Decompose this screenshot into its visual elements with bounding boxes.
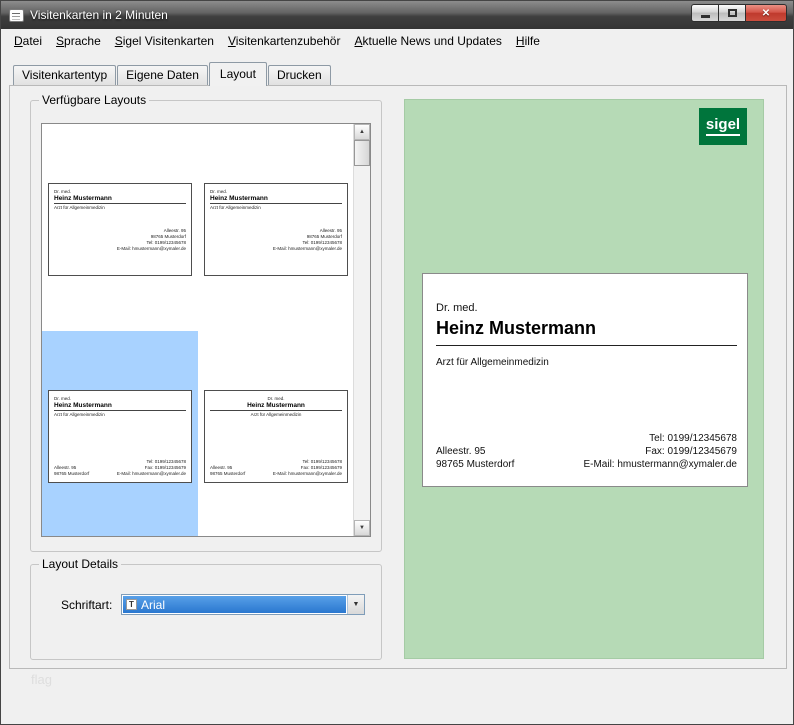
available-layouts-label: Verfügbare Layouts bbox=[39, 93, 149, 107]
maximize-button[interactable] bbox=[718, 4, 746, 22]
scroll-down-button[interactable]: ▼ bbox=[354, 520, 370, 536]
scrollbar-thumb[interactable] bbox=[354, 140, 370, 166]
font-label: Schriftart: bbox=[61, 598, 112, 612]
menu-visitenkartenzubehoer[interactable]: Visitenkartenzubehör bbox=[221, 31, 348, 51]
maximize-icon bbox=[728, 9, 737, 17]
thumb-card-title: Dr. med. bbox=[54, 396, 186, 401]
titlebar[interactable]: Visitenkarten in 2 Minuten ✕ bbox=[1, 1, 793, 29]
card-address-block: Alleestr. 95 98765 Musterdorf bbox=[436, 445, 514, 471]
thumb-address-block: Alleestr. 95 98765 Musterdorf bbox=[54, 465, 89, 477]
font-combobox-selection: T Arial bbox=[123, 596, 346, 613]
thumb-city: 98765 Musterdorf bbox=[54, 471, 89, 477]
menu-hilfe[interactable]: Hilfe bbox=[509, 31, 547, 51]
font-combobox[interactable]: T Arial ▼ bbox=[121, 594, 365, 615]
thumb-card-title: Dr. med. bbox=[54, 189, 186, 194]
card-city: 98765 Musterdorf bbox=[436, 458, 514, 471]
thumb-address-block: Alleestr. 95 98765 Musterdorf bbox=[210, 465, 245, 477]
thumb-email: E-Mail: hmustermann@xymaler.de bbox=[273, 471, 342, 477]
menu-news-updates[interactable]: Aktuelle News und Updates bbox=[347, 31, 508, 51]
card-subtitle: Arzt für Allgemeinmedizin bbox=[436, 357, 549, 368]
available-layouts-group: Verfügbare Layouts Dr. med. Heinz Muster… bbox=[30, 100, 382, 552]
thumb-card-name: Heinz Mustermann bbox=[54, 402, 186, 411]
card-street: Alleestr. 95 bbox=[436, 445, 514, 458]
layout-details-group: Layout Details Schriftart: T Arial ▼ bbox=[30, 564, 382, 660]
layout-thumb-1[interactable]: Dr. med. Heinz Mustermann Arzt für Allge… bbox=[48, 183, 192, 276]
layout-details-label: Layout Details bbox=[39, 557, 121, 571]
layout-cell-2[interactable]: Dr. med. Heinz Mustermann Arzt für Allge… bbox=[198, 124, 353, 331]
layout-cell-3-selected[interactable]: Dr. med. Heinz Mustermann Arzt für Allge… bbox=[42, 331, 198, 536]
font-combobox-value: Arial bbox=[141, 598, 165, 612]
card-name: Heinz Mustermann bbox=[436, 318, 737, 346]
tab-drucken[interactable]: Drucken bbox=[268, 65, 331, 85]
layout-thumb-3[interactable]: Dr. med. Heinz Mustermann Arzt für Allge… bbox=[48, 390, 192, 483]
thumb-card-name: Heinz Mustermann bbox=[54, 195, 186, 204]
menu-datei[interactable]: Datei bbox=[7, 31, 49, 51]
tab-strip: Visitenkartentyp Eigene Daten Layout Dru… bbox=[13, 62, 332, 85]
thumb-contact-block: Alleestr. 95 98765 Musterdorf Tel: 0199/… bbox=[273, 228, 342, 252]
thumb-header: Dr. med. Heinz Mustermann Arzt für Allge… bbox=[210, 396, 342, 417]
layout-cell-4[interactable]: Dr. med. Heinz Mustermann Arzt für Allge… bbox=[198, 331, 353, 536]
menu-sprache[interactable]: Sprache bbox=[49, 31, 108, 51]
thumb-city: 98765 Musterdorf bbox=[210, 471, 245, 477]
thumb-card-subtitle: Arzt für Allgemeinmedizin bbox=[210, 205, 342, 210]
thumb-email: E-Mail: hmustermann@xymaler.de bbox=[117, 246, 186, 252]
minimize-icon bbox=[701, 15, 710, 18]
scroll-up-button[interactable]: ▲ bbox=[354, 124, 370, 140]
thumb-card-name: Heinz Mustermann bbox=[210, 195, 342, 204]
thumb-header: Dr. med. Heinz Mustermann Arzt für Allge… bbox=[54, 189, 186, 210]
thumb-card-title: Dr. med. bbox=[210, 189, 342, 194]
dropdown-arrow-icon: ▼ bbox=[353, 601, 360, 608]
layout-cell-1[interactable]: Dr. med. Heinz Mustermann Arzt für Allge… bbox=[42, 124, 198, 331]
menu-sigel-visitenkarten[interactable]: Sigel Visitenkarten bbox=[108, 31, 221, 51]
close-button[interactable]: ✕ bbox=[745, 4, 787, 22]
window-title: Visitenkarten in 2 Minuten bbox=[30, 8, 168, 22]
layout-thumb-2[interactable]: Dr. med. Heinz Mustermann Arzt für Allge… bbox=[204, 183, 348, 276]
thumb-card-title: Dr. med. bbox=[210, 396, 342, 401]
card-contact-block: Tel: 0199/12345678 Fax: 0199/12345679 E-… bbox=[583, 432, 737, 471]
tab-eigene-daten[interactable]: Eigene Daten bbox=[117, 65, 208, 85]
thumb-contact-block: Tel: 0199/12345678 Fax: 0199/12345679 E-… bbox=[117, 459, 186, 477]
scroll-up-icon: ▲ bbox=[359, 129, 365, 135]
thumb-card-name: Heinz Mustermann bbox=[210, 402, 342, 411]
card-title: Dr. med. bbox=[436, 302, 478, 314]
thumb-header: Dr. med. Heinz Mustermann Arzt für Allge… bbox=[54, 396, 186, 417]
tab-panel: Verfügbare Layouts Dr. med. Heinz Muster… bbox=[9, 85, 787, 669]
thumb-card-subtitle: Arzt für Allgemeinmedizin bbox=[54, 412, 186, 417]
thumb-email: E-Mail: hmustermann@xymaler.de bbox=[273, 246, 342, 252]
card-fax: Fax: 0199/12345679 bbox=[583, 445, 737, 458]
layout-thumb-4[interactable]: Dr. med. Heinz Mustermann Arzt für Allge… bbox=[204, 390, 348, 483]
card-footer: Alleestr. 95 98765 Musterdorf Tel: 0199/… bbox=[436, 432, 737, 471]
layouts-list-content: Dr. med. Heinz Mustermann Arzt für Allge… bbox=[42, 124, 353, 536]
sigel-logo-text: sigel bbox=[706, 117, 740, 136]
tab-layout[interactable]: Layout bbox=[209, 62, 267, 86]
tab-visitenkartentyp[interactable]: Visitenkartentyp bbox=[13, 65, 116, 85]
card-preview-area: sigel Dr. med. Heinz Mustermann Arzt für… bbox=[404, 99, 764, 659]
menubar: Datei Sprache Sigel Visitenkarten Visite… bbox=[1, 29, 793, 53]
thumb-email: E-Mail: hmustermann@xymaler.de bbox=[117, 471, 186, 477]
watermark-text: flag bbox=[31, 672, 52, 687]
thumb-card-subtitle: Arzt für Allgemeinmedizin bbox=[210, 412, 342, 417]
thumb-header: Dr. med. Heinz Mustermann Arzt für Allge… bbox=[210, 189, 342, 210]
thumb-card-subtitle: Arzt für Allgemeinmedizin bbox=[54, 205, 186, 210]
font-combobox-dropdown-button[interactable]: ▼ bbox=[347, 595, 364, 614]
close-icon: ✕ bbox=[762, 8, 770, 19]
card-email: E-Mail: hmustermann@xymaler.de bbox=[583, 458, 737, 471]
card-tel: Tel: 0199/12345678 bbox=[583, 432, 737, 445]
business-card-preview: Dr. med. Heinz Mustermann Arzt für Allge… bbox=[422, 273, 748, 487]
minimize-button[interactable] bbox=[691, 4, 719, 22]
truetype-font-icon: T bbox=[126, 599, 137, 610]
thumb-contact-block: Tel: 0199/12345678 Fax: 0199/12345679 E-… bbox=[273, 459, 342, 477]
window-controls: ✕ bbox=[692, 4, 787, 22]
app-window: Visitenkarten in 2 Minuten ✕ Datei Sprac… bbox=[0, 0, 794, 725]
sigel-logo: sigel bbox=[699, 108, 747, 145]
app-icon bbox=[9, 9, 24, 22]
layouts-listbox[interactable]: Dr. med. Heinz Mustermann Arzt für Allge… bbox=[41, 123, 371, 537]
layouts-scrollbar[interactable]: ▲ ▼ bbox=[353, 124, 370, 536]
scroll-down-icon: ▼ bbox=[359, 525, 365, 531]
thumb-contact-block: Alleestr. 95 98765 Musterdorf Tel: 0199/… bbox=[117, 228, 186, 252]
